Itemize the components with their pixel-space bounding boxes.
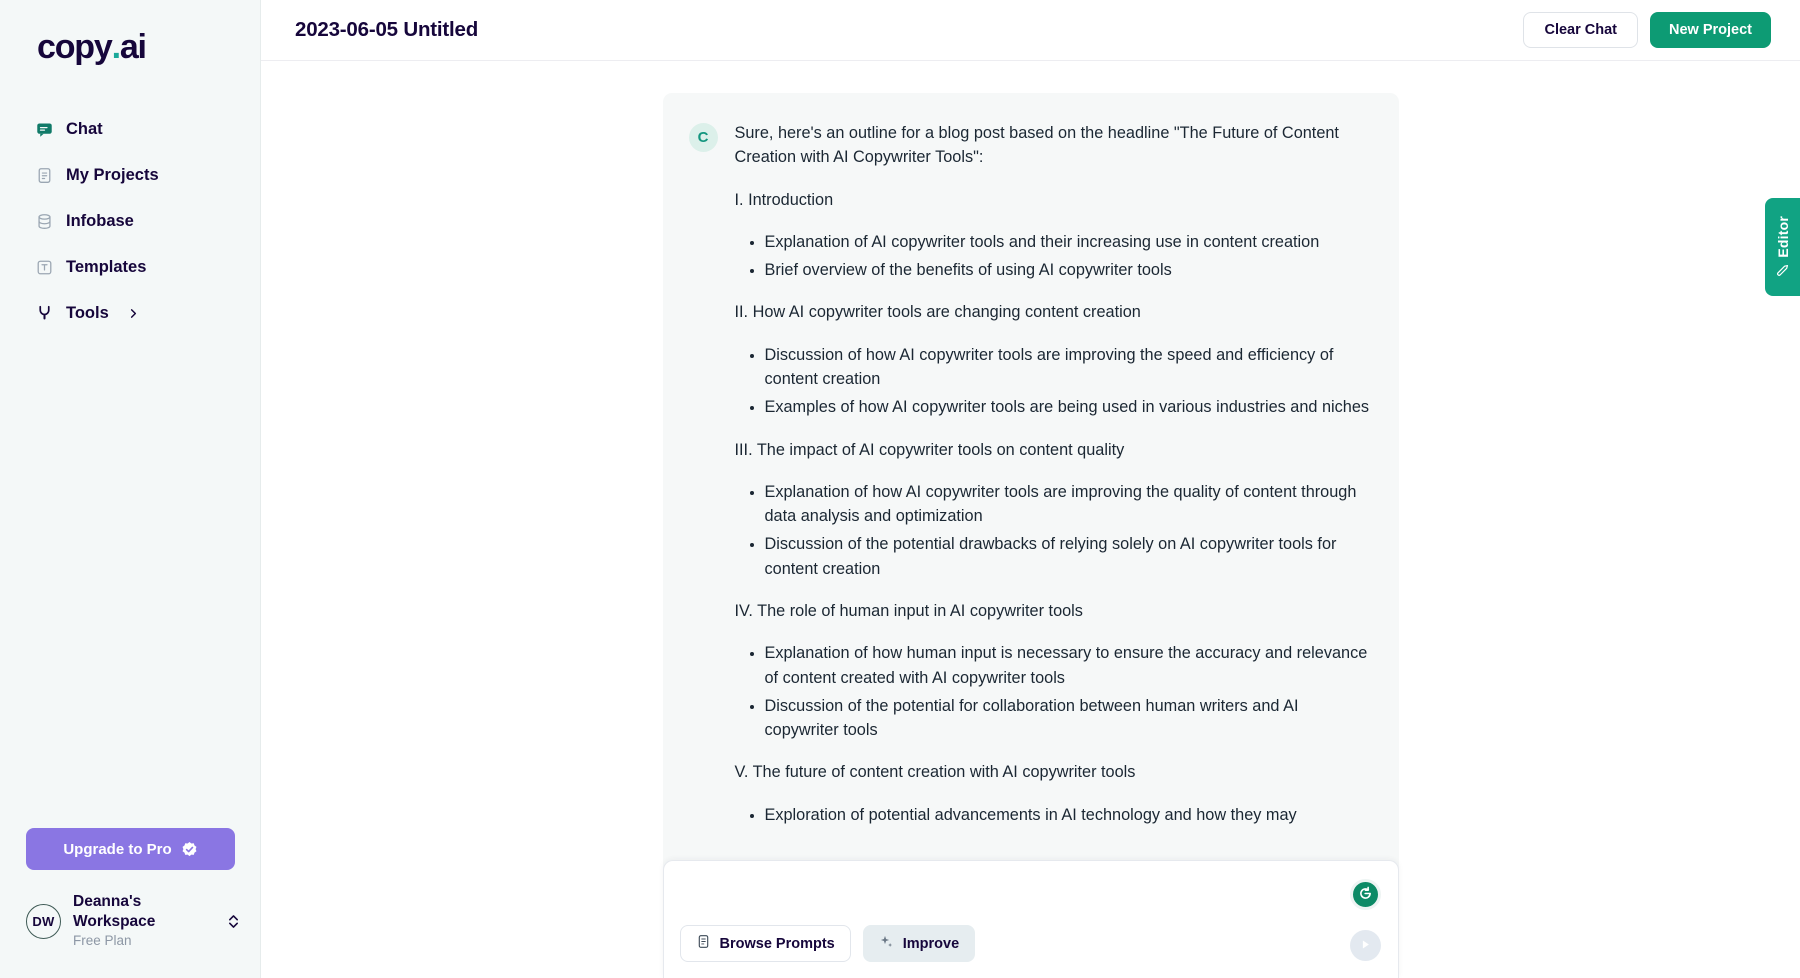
section-bullets: Explanation of how AI copywriter tools a…	[735, 480, 1373, 581]
workspace-plan: Free Plan	[73, 933, 132, 949]
sidebar-nav: Chat My Projects Infobase Templates Tool…	[0, 106, 260, 336]
clear-chat-button[interactable]: Clear Chat	[1523, 12, 1638, 48]
browse-prompts-button[interactable]: Browse Prompts	[679, 925, 851, 962]
chat-bubble-icon	[36, 121, 53, 138]
list-item: Explanation of how AI copywriter tools a…	[765, 480, 1373, 529]
regenerate-button[interactable]	[1349, 879, 1381, 910]
list-item: Explanation of how human input is necess…	[765, 641, 1373, 690]
section-heading: IV. The role of human input in AI copywr…	[734, 601, 1083, 620]
verified-badge-icon	[181, 841, 198, 858]
page-title: 2023-06-05 Untitled	[295, 18, 479, 41]
chevron-up-down-icon[interactable]	[227, 912, 240, 931]
sidebar: copy. ai Chat My Projects Infobase Templ…	[0, 0, 261, 978]
chat-area[interactable]: C Sure, here's an outline for a blog pos…	[261, 61, 1800, 978]
section-heading: II. How AI copywriter tools are changing…	[734, 303, 1141, 322]
section-heading: III. The impact of AI copywriter tools o…	[734, 440, 1125, 459]
sidebar-item-label: Templates	[66, 257, 147, 276]
workspace-texts: Deanna's Workspace Free Plan	[73, 892, 215, 950]
message-intro: Sure, here's an outline for a blog post …	[734, 124, 1339, 167]
sidebar-item-label: Tools	[66, 303, 109, 322]
section-bullets: Discussion of how AI copywriter tools ar…	[735, 343, 1373, 420]
topbar: 2023-06-05 Untitled Clear Chat New Proje…	[261, 0, 1800, 61]
section-bullets: Explanation of how human input is necess…	[735, 641, 1373, 742]
list-item: Explanation of AI copywriter tools and t…	[765, 230, 1373, 254]
chevron-right-icon	[128, 308, 139, 319]
chat-scroll-container[interactable]: C Sure, here's an outline for a blog pos…	[261, 61, 1800, 978]
sidebar-item-label: Infobase	[66, 211, 134, 230]
avatar: DW	[26, 903, 61, 939]
section-bullets: Explanation of AI copywriter tools and t…	[735, 230, 1373, 283]
workspace-switcher[interactable]: DW Deanna's Workspace Free Plan	[0, 870, 260, 978]
sidebar-item-my-projects[interactable]: My Projects	[0, 152, 260, 198]
main-panel: 2023-06-05 Untitled Clear Chat New Proje…	[261, 0, 1800, 978]
logo-dot: .	[111, 28, 121, 66]
workspace-name: Deanna's Workspace	[73, 893, 156, 930]
list-document-icon	[696, 934, 711, 953]
database-icon	[36, 213, 53, 230]
sidebar-item-chat[interactable]: Chat	[0, 106, 260, 152]
send-button[interactable]	[1349, 930, 1381, 961]
send-arrow-icon	[1358, 937, 1373, 955]
template-icon	[36, 259, 53, 276]
sparkle-icon	[879, 934, 894, 953]
list-item: Examples of how AI copywriter tools are …	[765, 395, 1373, 419]
sidebar-item-tools[interactable]: Tools	[0, 290, 260, 336]
editor-side-tab[interactable]: Editor	[1765, 198, 1800, 296]
document-icon	[36, 167, 53, 184]
upgrade-label: Upgrade to Pro	[63, 840, 172, 858]
upgrade-section: Upgrade to Pro	[0, 828, 260, 871]
sidebar-item-label: My Projects	[66, 165, 159, 184]
app-root: copy. ai Chat My Projects Infobase Templ…	[0, 0, 1800, 978]
wrench-icon	[36, 305, 53, 322]
editor-tab-label: Editor	[1774, 215, 1791, 258]
assistant-avatar: C	[688, 123, 718, 152]
assistant-message: C Sure, here's an outline for a blog pos…	[662, 93, 1399, 978]
list-item: Exploration of potential advancements in…	[765, 803, 1373, 827]
section-bullets: Exploration of potential advancements in…	[735, 803, 1373, 827]
improve-label: Improve	[902, 935, 960, 952]
improve-button[interactable]: Improve	[862, 925, 976, 962]
sidebar-item-label: Chat	[66, 119, 103, 138]
list-item: Brief overview of the benefits of using …	[765, 258, 1373, 282]
message-composer[interactable]: Browse Prompts Improve	[662, 860, 1399, 978]
section-heading: I. Introduction	[734, 190, 834, 209]
logo-text-suffix: ai	[119, 28, 147, 66]
new-project-button[interactable]: New Project	[1650, 12, 1771, 48]
refresh-icon	[1357, 885, 1374, 905]
sidebar-item-infobase[interactable]: Infobase	[0, 198, 260, 244]
composer-actions: Browse Prompts Improve	[679, 925, 976, 962]
pen-icon	[1775, 263, 1790, 278]
sidebar-item-templates[interactable]: Templates	[0, 244, 260, 290]
message-body: Sure, here's an outline for a blog post …	[735, 121, 1373, 845]
upgrade-to-pro-button[interactable]: Upgrade to Pro	[26, 828, 235, 871]
app-logo[interactable]: copy. ai	[37, 30, 260, 64]
section-heading: V. The future of content creation with A…	[734, 763, 1136, 782]
list-item: Discussion of the potential drawbacks of…	[765, 532, 1373, 581]
logo-text-main: copy	[37, 28, 113, 66]
list-item: Discussion of how AI copywriter tools ar…	[765, 343, 1373, 392]
browse-prompts-label: Browse Prompts	[719, 935, 835, 952]
list-item: Discussion of the potential for collabor…	[765, 694, 1373, 743]
topbar-actions: Clear Chat New Project	[1523, 12, 1771, 48]
